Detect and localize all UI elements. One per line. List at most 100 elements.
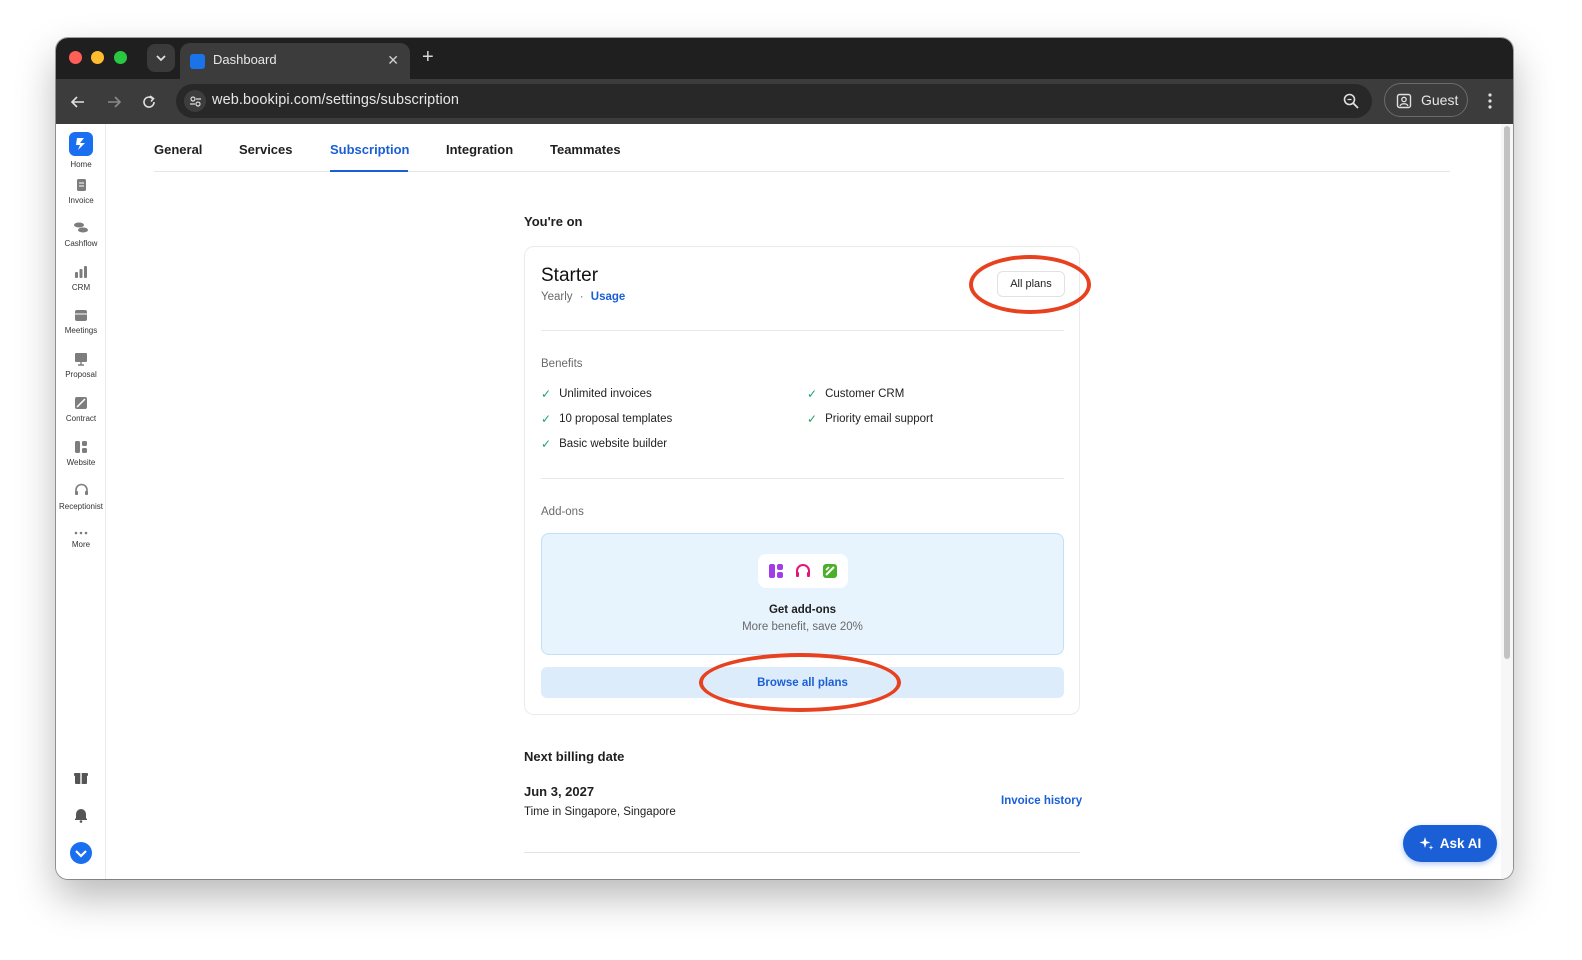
all-plans-button[interactable]: All plans [997,271,1065,297]
forward-button[interactable] [103,91,125,113]
page-content: Home Invoice Cashflow CRM Meetings Propo… [56,124,1513,879]
addons-subtitle: More benefit, save 20% [742,621,863,633]
tab-teammates[interactable]: Teammates [550,142,621,157]
divider [541,330,1064,331]
cashflow-icon [74,222,88,233]
sidebar-item-proposal[interactable]: Proposal [56,352,106,379]
benefit-item: ✓ Unlimited invoices [541,387,652,401]
invoice-history-link[interactable]: Invoice history [1001,795,1082,807]
check-icon: ✓ [541,437,552,451]
bookipi-favicon-icon [190,54,205,69]
plan-card: Starter Yearly · Usage All plans Benefit… [524,246,1080,715]
minimize-window-button[interactable] [91,51,104,64]
usage-link[interactable]: Usage [591,291,626,303]
browser-window: Dashboard ✕ + web.bookipi.com/settings/s… [56,38,1513,879]
sidebar-item-label: Meetings [64,326,98,335]
profile-label: Guest [1421,92,1459,108]
browser-tab[interactable]: Dashboard ✕ [180,43,410,79]
more-dots-icon [74,531,88,535]
back-button[interactable] [67,91,89,113]
tab-subscription[interactable]: Subscription [330,142,409,157]
sidebar-item-label: Home [70,160,92,169]
plan-meta: Yearly · Usage [541,291,625,303]
notifications-button[interactable] [56,807,106,823]
billing-timezone: Time in Singapore, Singapore [524,806,676,818]
benefit-label: Unlimited invoices [559,388,652,400]
tab-general[interactable]: General [154,142,202,157]
benefit-item: ✓ Basic website builder [541,437,667,451]
divider [541,478,1064,479]
sidebar-item-label: More [71,540,91,549]
new-tab-icon[interactable]: + [422,46,434,69]
website-addon-icon [768,564,783,578]
addons-title: Get add-ons [768,604,837,616]
zoom-icon[interactable] [1342,92,1360,110]
check-icon: ✓ [807,387,818,401]
sidebar-item-crm[interactable]: CRM [56,265,106,292]
sidebar-item-more[interactable]: More [56,530,106,549]
benefit-item: ✓ Priority email support [807,412,933,426]
tab-search-button[interactable] [147,44,175,72]
addons-label: Add-ons [541,506,584,518]
account-button[interactable] [56,842,106,864]
meta-separator: · [579,291,584,303]
sidebar-item-label: Cashflow [64,239,98,248]
page-scrollbar[interactable] [1501,124,1513,879]
maximize-window-button[interactable] [114,51,127,64]
addon-icons [758,554,848,588]
site-info-icon[interactable] [184,90,206,112]
profile-icon [1396,93,1412,109]
meetings-icon [75,310,87,321]
address-bar[interactable]: web.bookipi.com/settings/subscription [176,84,1372,118]
sidebar-item-meetings[interactable]: Meetings [56,308,106,335]
sidebar-item-label: Website [66,458,96,467]
reload-button[interactable] [138,91,160,113]
bookipi-logo-icon [69,132,93,156]
benefits-label: Benefits [541,358,583,370]
contract-addon-icon [823,564,838,578]
tab-title: Dashboard [213,52,277,67]
close-window-button[interactable] [69,51,82,64]
gift-icon [74,773,88,784]
plan-name: Starter [541,265,599,286]
scrollbar-thumb[interactable] [1504,126,1510,659]
url-text: web.bookipi.com/settings/subscription [212,92,460,108]
reload-icon [143,95,155,108]
billing-cycle: Yearly [541,291,573,303]
close-tab-icon[interactable]: ✕ [387,52,399,69]
benefit-label: 10 proposal templates [559,413,673,425]
check-icon: ✓ [541,412,552,426]
ask-ai-button[interactable]: Ask AI [1403,825,1497,862]
next-billing-heading: Next billing date [524,749,625,764]
receptionist-icon [74,483,88,495]
benefit-label: Basic website builder [559,438,668,450]
browser-menu-icon[interactable] [1482,91,1498,111]
sidebar-item-label: Receptionist [58,502,104,511]
sidebar-item-cashflow[interactable]: Cashflow [56,221,106,248]
tab-services[interactable]: Services [239,142,293,157]
proposal-icon [75,353,87,366]
profile-button[interactable]: Guest [1384,83,1468,117]
sidebar-item-invoice[interactable]: Invoice [56,178,106,205]
sidebar-item-website[interactable]: Website [56,440,106,467]
website-icon [75,441,87,453]
arrow-left-icon [70,96,84,108]
tab-integration[interactable]: Integration [446,142,513,157]
check-icon: ✓ [541,387,552,401]
sidebar-item-label: CRM [71,283,91,292]
contract-icon [75,397,87,409]
sidebar-item-label: Contract [65,414,97,423]
gift-button[interactable] [56,769,106,785]
current-plan-heading: You're on [524,214,583,229]
sidebar-item-home[interactable]: Home [56,132,106,169]
sidebar-item-contract[interactable]: Contract [56,396,106,423]
crm-icon [75,266,87,278]
bell-icon [75,809,87,823]
sidebar-item-receptionist[interactable]: Receptionist [56,483,106,511]
receptionist-addon-icon [795,564,810,577]
browse-all-plans-button[interactable]: Browse all plans [541,667,1064,698]
sidebar-item-label: Proposal [65,370,97,379]
browser-toolbar: web.bookipi.com/settings/subscription Gu… [56,79,1513,124]
chevron-badge-icon [70,842,92,864]
settings-tabs: General Services Subscription Integratio… [154,124,1450,172]
